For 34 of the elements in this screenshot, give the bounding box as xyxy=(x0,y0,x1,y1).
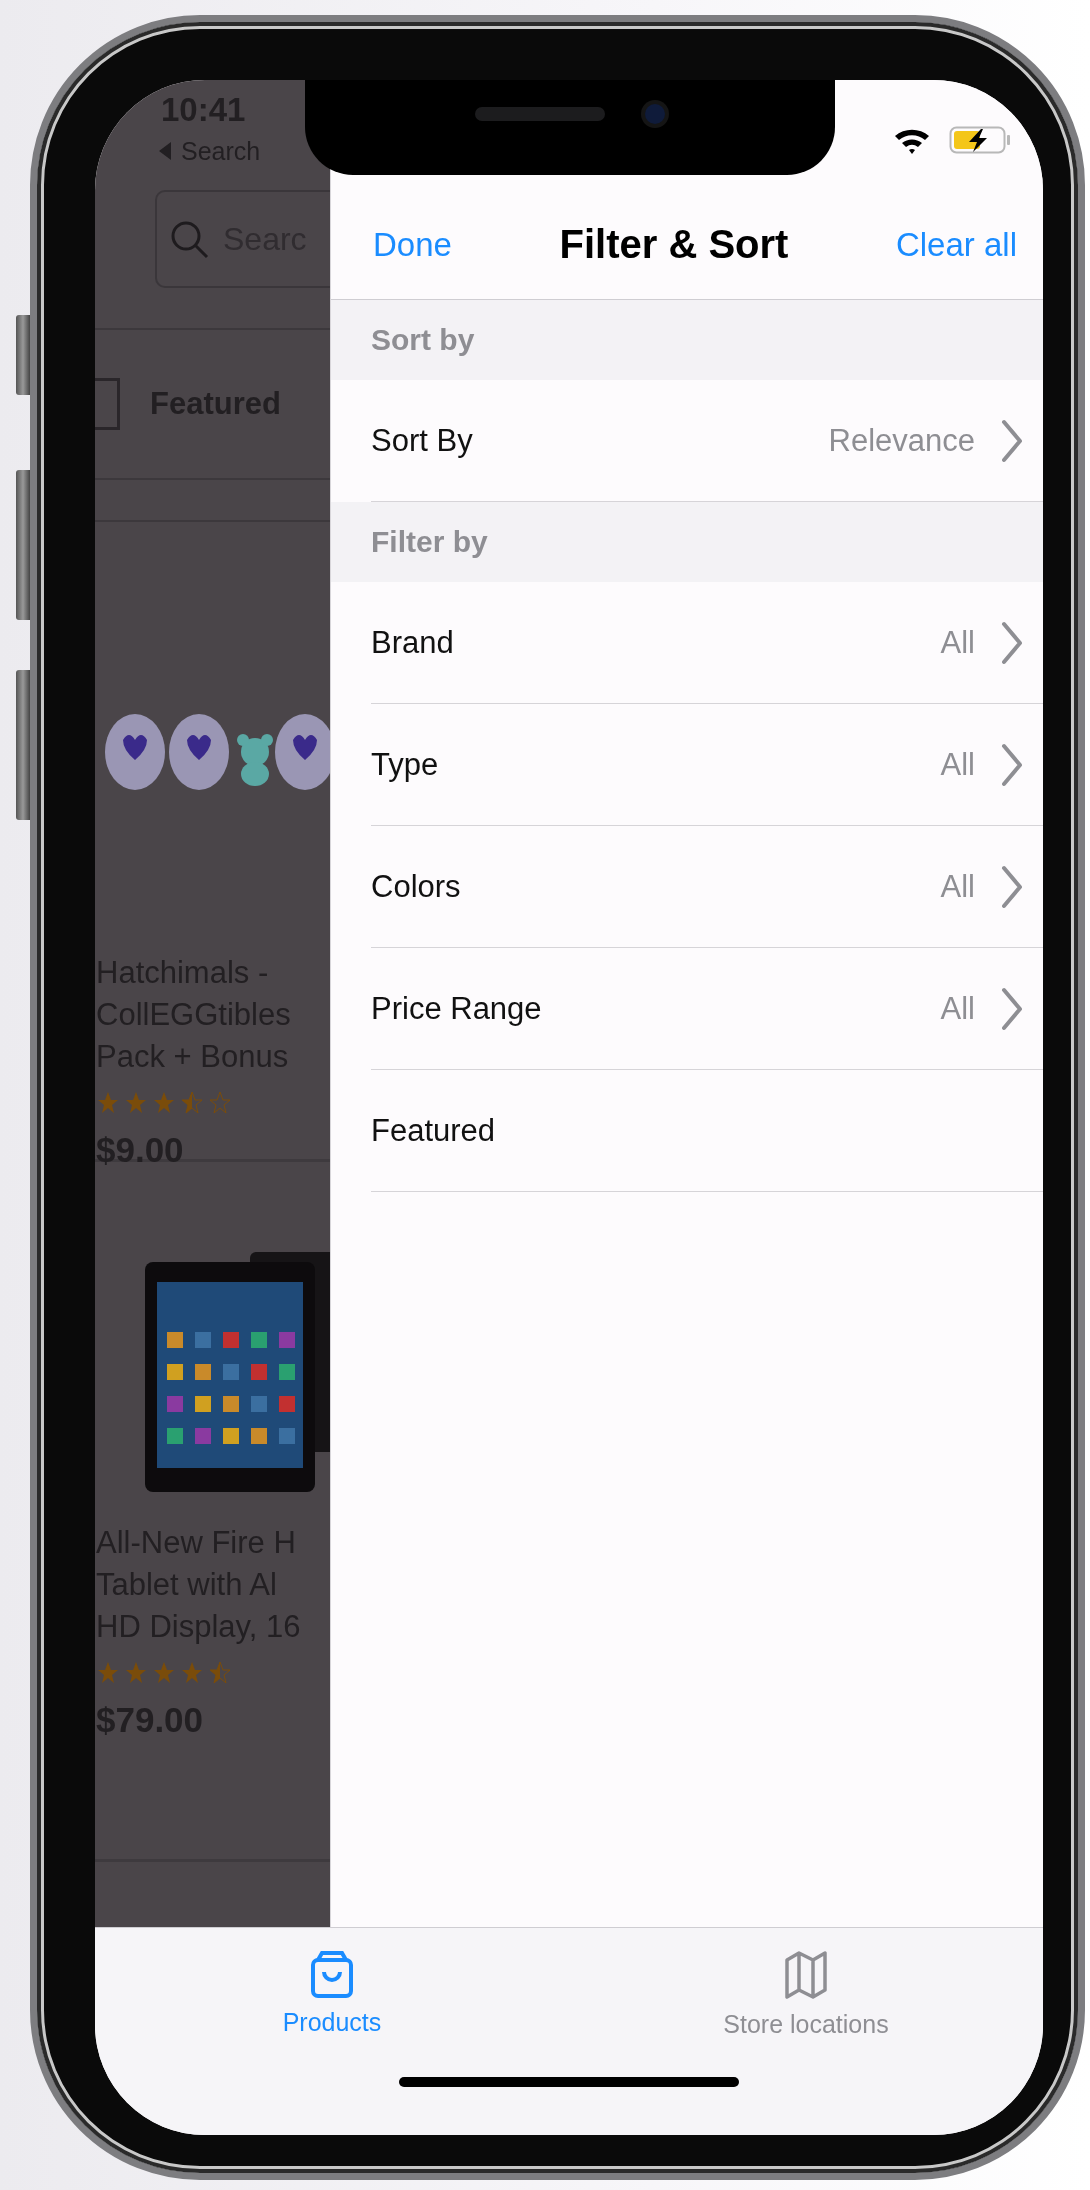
row-value: Relevance xyxy=(828,422,975,459)
chevron-right-icon xyxy=(1001,418,1023,463)
star-icon xyxy=(124,1090,148,1116)
row-value: All xyxy=(940,746,975,783)
shopping-bag-icon xyxy=(310,1950,354,1998)
star-icon xyxy=(180,1660,204,1686)
filter-row[interactable]: Featured xyxy=(371,1070,1043,1192)
checkbox[interactable] xyxy=(95,378,120,430)
filter-row[interactable]: Colors All xyxy=(371,826,1043,948)
chevron-right-icon xyxy=(1001,742,1023,787)
section-header: Sort by xyxy=(331,300,1043,380)
chevron-right-icon xyxy=(1001,864,1023,909)
map-icon xyxy=(784,1950,828,2000)
filter-row[interactable]: Brand All xyxy=(371,582,1043,704)
star-icon xyxy=(180,1090,204,1116)
back-arrow-icon[interactable] xyxy=(157,140,173,162)
star-icon xyxy=(208,1660,232,1686)
battery-charging-icon xyxy=(949,126,1011,154)
filter-row[interactable]: Price Range All xyxy=(371,948,1043,1070)
chevron-right-icon xyxy=(1001,986,1023,1031)
section-header: Filter by xyxy=(331,502,1043,582)
row-value: All xyxy=(940,990,975,1027)
star-icon xyxy=(152,1090,176,1116)
star-icon xyxy=(152,1660,176,1686)
star-icon xyxy=(96,1090,120,1116)
panel-title: Filter & Sort xyxy=(559,222,789,267)
star-icon xyxy=(96,1660,120,1686)
search-icon xyxy=(169,219,209,259)
filter-row[interactable]: Type All xyxy=(371,704,1043,826)
row-value: All xyxy=(940,624,975,661)
star-icon xyxy=(208,1090,232,1116)
row-value: All xyxy=(940,868,975,905)
star-icon xyxy=(124,1660,148,1686)
chevron-right-icon xyxy=(1001,620,1023,665)
